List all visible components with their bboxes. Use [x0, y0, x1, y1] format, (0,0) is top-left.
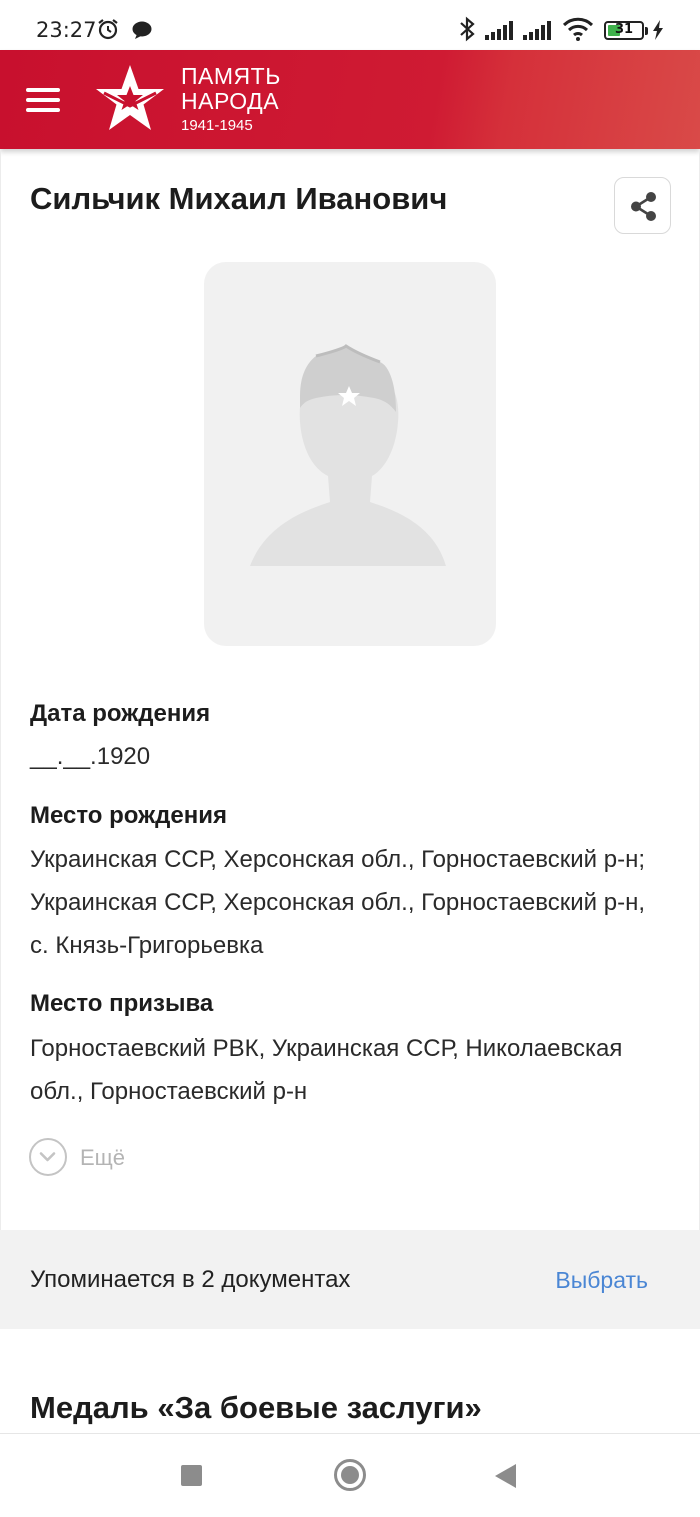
logo-years: 1941-1945 [181, 117, 253, 134]
logo-text[interactable]: ПАМЯТЬ НАРОДА 1941-1945 [181, 64, 281, 136]
share-icon [631, 192, 656, 221]
soldier-silhouette-icon [250, 344, 446, 566]
more-label: Ещё [80, 1145, 126, 1170]
system-nav-bar [0, 1433, 700, 1517]
recents-square-icon[interactable] [181, 1465, 202, 1486]
back-triangle-icon[interactable] [495, 1464, 516, 1488]
bluetooth-icon [458, 16, 476, 46]
menu-icon[interactable] [26, 88, 60, 112]
select-documents-link[interactable]: Выбрать [555, 1267, 648, 1294]
birth-place-value: Украинская ССР, Херсонская обл., Горност… [30, 846, 645, 959]
page-title: Сильчик Михаил Иванович [30, 181, 448, 216]
wifi-icon [562, 17, 594, 45]
status-time: 23:27 [36, 18, 97, 42]
home-circle-icon[interactable] [334, 1459, 366, 1491]
battery-level: 31 [614, 22, 634, 37]
documents-count-text: Упоминается в 2 документах [30, 1266, 351, 1293]
birth-date-value: __.__.1920 [30, 743, 151, 770]
app-header: ПАМЯТЬ НАРОДА 1941-1945 [0, 50, 700, 149]
signal-icon [523, 19, 555, 45]
award-title: Медаль «За боевые заслуги» [30, 1390, 482, 1425]
conscription-place-label: Место призыва [30, 990, 214, 1017]
share-button[interactable] [614, 177, 671, 234]
star-logo-icon[interactable] [94, 64, 166, 136]
logo-line-1: ПАМЯТЬ [181, 63, 281, 89]
conscription-place-value: Горностаевский РВК, Украинская ССР, Нико… [30, 1035, 623, 1105]
portrait-placeholder [204, 262, 496, 646]
documents-bar: Упоминается в 2 документах Выбрать [0, 1230, 700, 1329]
battery-icon: 31 [604, 21, 644, 40]
charging-icon [652, 20, 664, 44]
logo-line-2: НАРОДА [181, 88, 280, 114]
signal-icon [485, 19, 517, 45]
birth-place-label: Место рождения [30, 802, 227, 829]
alarm-icon [96, 17, 120, 45]
battery-tip [645, 27, 648, 35]
chevron-down-icon [29, 1138, 67, 1176]
chat-bubble-icon [131, 20, 153, 44]
status-bar: 23:27 31 [0, 0, 700, 50]
birth-date-label: Дата рождения [30, 700, 211, 727]
